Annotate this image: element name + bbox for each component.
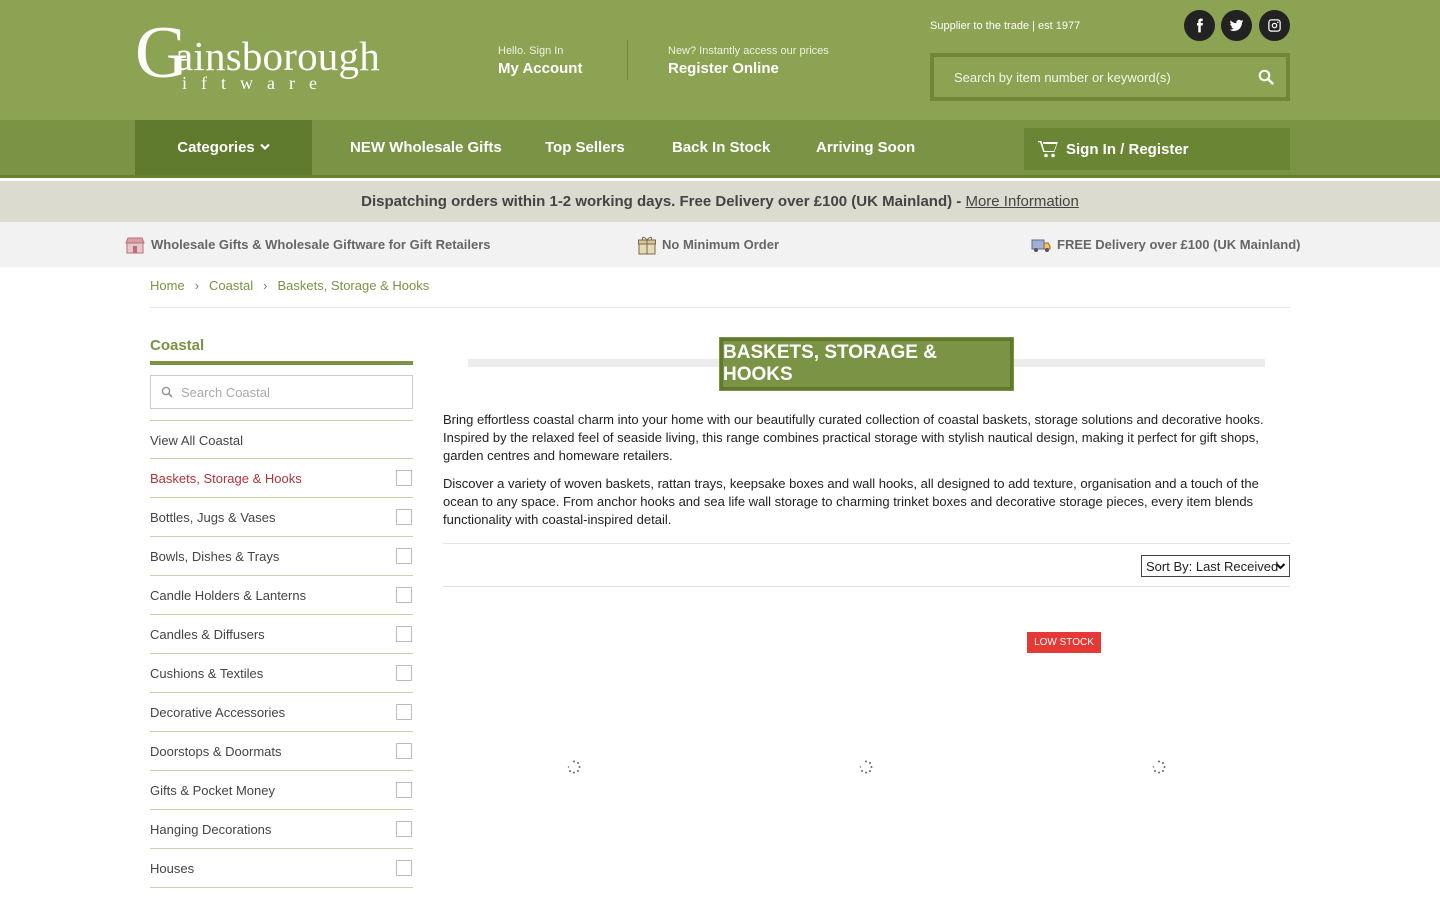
sidebar-item-decorative-accessories[interactable]: Decorative Accessories: [150, 693, 413, 732]
header-divider: [627, 40, 628, 80]
categories-label: Categories: [177, 139, 255, 156]
sidebar-item-label: Baskets, Storage & Hooks: [150, 470, 302, 486]
site-logo[interactable]: G ainsborough iftware: [135, 16, 385, 98]
facebook-icon[interactable]: [1184, 10, 1215, 41]
sidebar-item-candle-holders-lanterns[interactable]: Candle Holders & Lanterns: [150, 576, 413, 615]
supplier-tagline: Supplier to the trade | est 1977: [930, 20, 1081, 32]
categories-menu-button[interactable]: Categories: [135, 120, 312, 175]
sidebar-item-label: Doorstops & Doormats: [150, 743, 282, 759]
sort-select[interactable]: Sort By: Last Received: [1141, 555, 1290, 577]
sidebar-item-cushions-textiles[interactable]: Cushions & Textiles: [150, 654, 413, 693]
usp-free-delivery-label: FREE Delivery over £100 (UK Mainland): [1057, 237, 1301, 252]
view-all-coastal-link[interactable]: View All Coastal: [150, 420, 413, 459]
gift-box-icon: [638, 236, 656, 254]
sidebar-item-baskets-storage-hooks[interactable]: Baskets, Storage & Hooks: [150, 459, 413, 498]
sidebar-item-label: Cushions & Textiles: [150, 665, 264, 681]
filter-checkbox[interactable]: [396, 470, 412, 486]
cart-label: Sign In / Register: [1066, 140, 1189, 158]
breadcrumb: Home › Coastal › Baskets, Storage & Hooks: [150, 278, 1290, 308]
site-header: G ainsborough iftware Hello. Sign In My …: [0, 0, 1440, 120]
chevron-down-icon: [1275, 563, 1286, 570]
sidebar-item-label: Decorative Accessories: [150, 704, 286, 720]
instagram-icon[interactable]: [1259, 10, 1290, 41]
search-icon: [161, 386, 173, 398]
breadcrumb-separator-icon: ›: [263, 278, 268, 293]
filter-checkbox[interactable]: [396, 587, 412, 603]
sidebar-item-houses[interactable]: Houses: [150, 849, 413, 888]
loading-spinner-icon: [859, 760, 873, 774]
filter-checkbox[interactable]: [396, 548, 412, 564]
register-label: Register Online: [668, 60, 779, 77]
more-information-link[interactable]: More Information: [965, 193, 1078, 210]
dispatch-banner: Dispatching orders within 1-2 working da…: [0, 181, 1440, 222]
usp-no-minimum-label: No Minimum Order: [662, 237, 780, 252]
sidebar-item-gifts-pocket-money[interactable]: Gifts & Pocket Money: [150, 771, 413, 810]
sidebar-item-label: Hanging Decorations: [150, 821, 272, 837]
main-nav: Categories NEW Wholesale Gifts Top Selle…: [0, 120, 1440, 178]
sidebar-item-label: Candles & Diffusers: [150, 626, 265, 642]
register-prompt: New? Instantly access our prices: [668, 45, 829, 57]
delivery-truck-icon: [1031, 239, 1051, 252]
my-account-link[interactable]: Hello. Sign In My Account: [498, 45, 582, 77]
category-sidebar: Coastal View All Coastal Baskets, Storag…: [150, 337, 413, 888]
shop-icon: [125, 237, 145, 253]
nav-arriving-soon[interactable]: Arriving Soon: [816, 120, 915, 175]
sidebar-title: Coastal: [150, 337, 413, 365]
sort-selected-value: Sort By: Last Received: [1146, 558, 1279, 574]
filter-checkbox[interactable]: [396, 704, 412, 720]
nav-new-wholesale-gifts[interactable]: NEW Wholesale Gifts: [350, 120, 502, 175]
filter-checkbox[interactable]: [396, 782, 412, 798]
sidebar-item-label: Bowls, Dishes & Trays: [150, 548, 280, 564]
sidebar-item-hanging-decorations[interactable]: Hanging Decorations: [150, 810, 413, 849]
usp-wholesale-label: Wholesale Gifts & Wholesale Giftware for…: [151, 237, 491, 252]
site-search-input[interactable]: [934, 57, 1264, 97]
usp-free-delivery: FREE Delivery over £100 (UK Mainland): [1031, 222, 1300, 267]
signin-prompt: Hello. Sign In: [498, 45, 564, 57]
my-account-label: My Account: [498, 60, 583, 77]
filter-checkbox[interactable]: [396, 509, 412, 525]
usp-bar: Wholesale Gifts & Wholesale Giftware for…: [0, 222, 1440, 267]
sidebar-item-label: Candle Holders & Lanterns: [150, 587, 307, 603]
twitter-icon[interactable]: [1221, 10, 1252, 41]
chevron-down-icon: [259, 142, 270, 154]
page-title: BASKETS, STORAGE & HOOKS: [719, 337, 1014, 391]
sidebar-item-label: Bottles, Jugs & Vases: [150, 509, 276, 525]
description-paragraph: Bring effortless coastal charm into your…: [443, 412, 1264, 463]
filter-checkbox[interactable]: [396, 626, 412, 642]
nav-top-sellers[interactable]: Top Sellers: [545, 120, 625, 175]
usp-wholesale: Wholesale Gifts & Wholesale Giftware for…: [125, 222, 491, 267]
dispatch-text: Dispatching orders within 1-2 working da…: [361, 193, 966, 210]
breadcrumb-home[interactable]: Home: [150, 278, 185, 293]
sort-bar: Sort By: Last Received: [443, 543, 1290, 587]
nav-back-in-stock[interactable]: Back In Stock: [672, 120, 770, 175]
sidebar-item-doorstops-doormats[interactable]: Doorstops & Doormats: [150, 732, 413, 771]
cart-icon: [1038, 141, 1058, 158]
low-stock-badge: LOW STOCK: [1027, 632, 1101, 653]
filter-checkbox[interactable]: [396, 743, 412, 759]
sidebar-search-input[interactable]: [151, 376, 412, 408]
breadcrumb-current[interactable]: Baskets, Storage & Hooks: [277, 278, 429, 293]
sidebar-item-label: Gifts & Pocket Money: [150, 782, 275, 798]
usp-no-minimum: No Minimum Order: [638, 222, 779, 267]
filter-checkbox[interactable]: [396, 665, 412, 681]
filter-checkbox[interactable]: [396, 860, 412, 876]
sidebar-item-candles-diffusers[interactable]: Candles & Diffusers: [150, 615, 413, 654]
sidebar-item-bottles-jugs-vases[interactable]: Bottles, Jugs & Vases: [150, 498, 413, 537]
description-paragraph: Discover a variety of woven baskets, rat…: [443, 476, 1259, 527]
sidebar-item-label: Houses: [150, 860, 195, 876]
breadcrumb-coastal[interactable]: Coastal: [209, 278, 253, 293]
cart-signin-button[interactable]: Sign In / Register: [1024, 128, 1290, 170]
loading-spinner-icon: [1152, 760, 1166, 774]
sidebar-search: [150, 375, 413, 409]
filter-checkbox[interactable]: [396, 821, 412, 837]
breadcrumb-separator-icon: ›: [194, 278, 200, 293]
search-icon[interactable]: [1258, 69, 1274, 85]
site-search: [930, 53, 1290, 101]
category-description: Bring effortless coastal charm into your…: [443, 411, 1290, 539]
loading-spinner-icon: [567, 760, 581, 774]
register-online-link[interactable]: New? Instantly access our prices Registe…: [668, 45, 829, 77]
sidebar-item-bowls-dishes-trays[interactable]: Bowls, Dishes & Trays: [150, 537, 413, 576]
